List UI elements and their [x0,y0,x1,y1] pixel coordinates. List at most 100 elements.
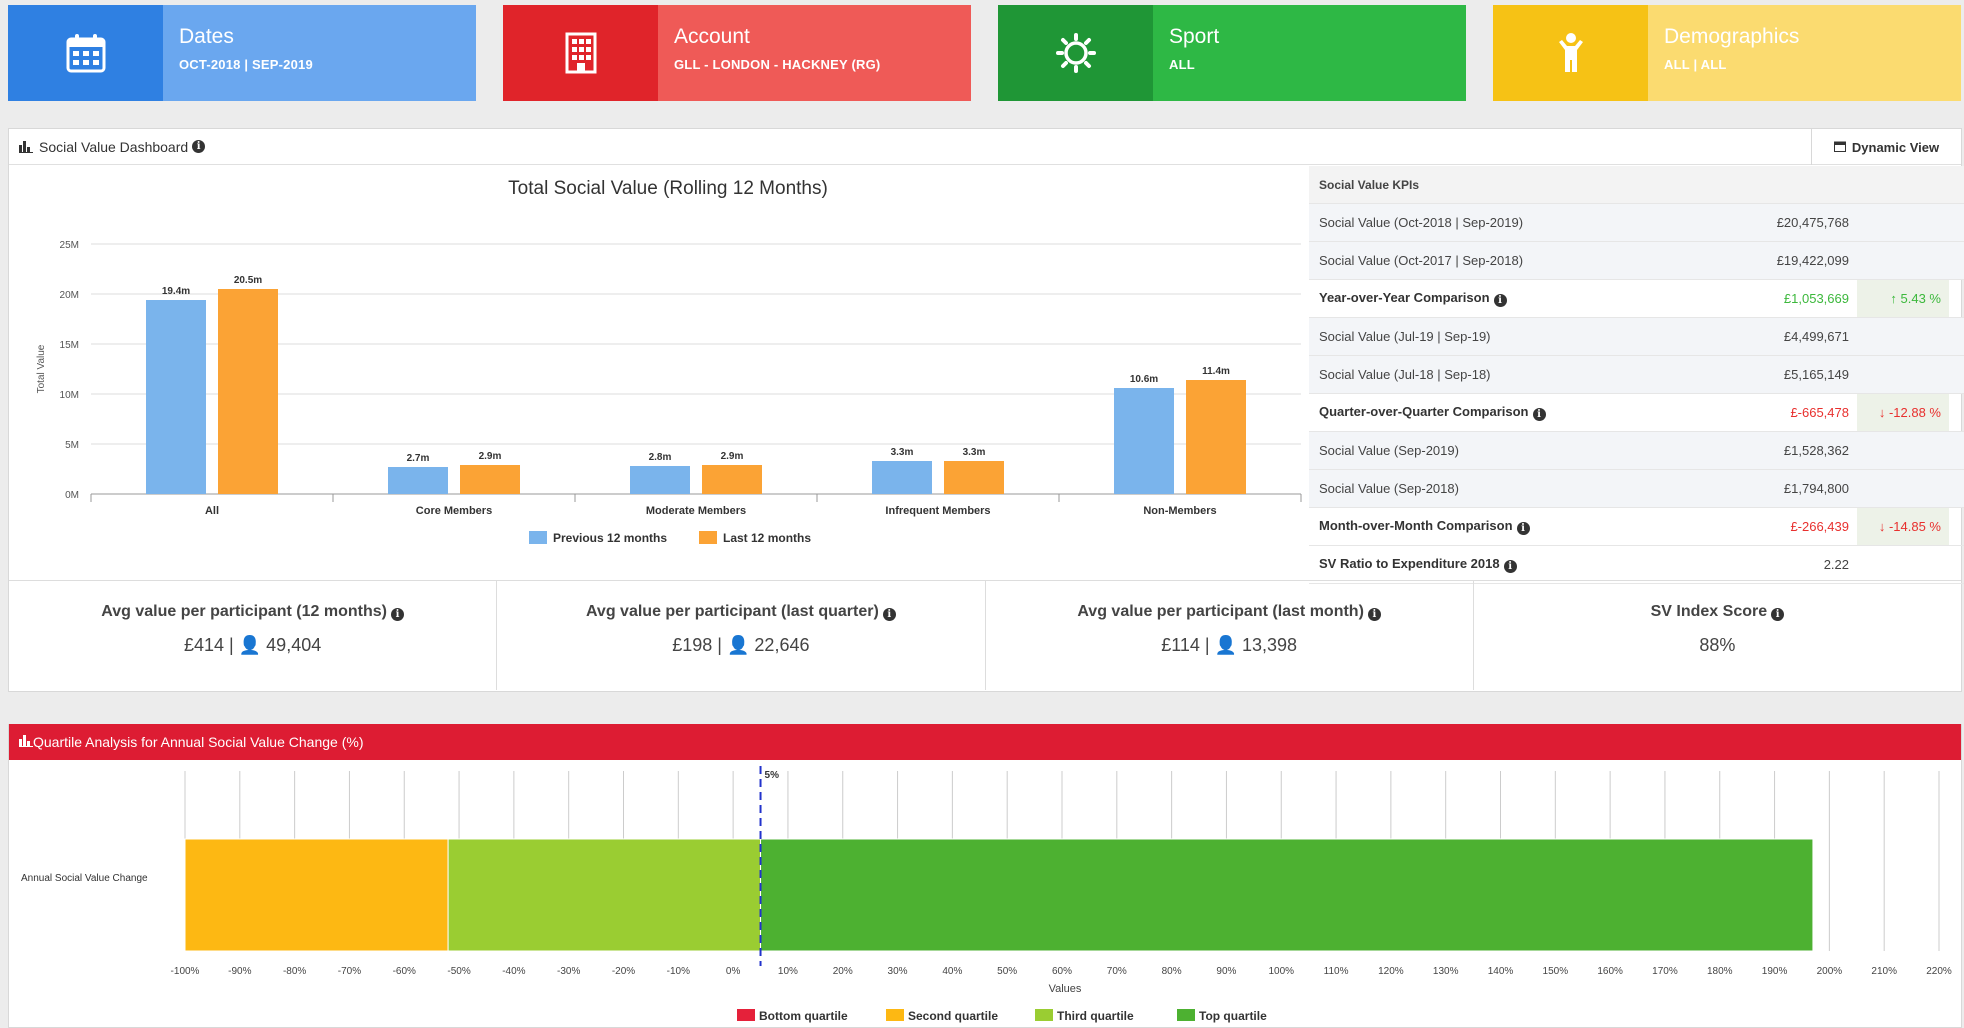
person-icon [1493,5,1648,101]
kpi-change: ↑ 5.43 % [1857,280,1949,317]
x-tick-label: 50% [997,966,1017,977]
panel-title: Quartile Analysis for Annual Social Valu… [33,734,364,750]
x-tick-label: 180% [1707,966,1733,977]
panel-header: Quartile Analysis for Annual Social Valu… [9,724,1961,760]
x-tick-label: -90% [228,966,251,977]
info-icon[interactable]: i [390,608,404,621]
kpi-label: Social Value (Sep-2019) [1319,443,1459,458]
x-tick-label: 20% [833,966,853,977]
bar [944,461,1004,494]
bar-data-label: 2.7m [407,453,430,464]
quartile-segment [184,838,449,952]
stat-title: Avg value per participant (last quarter)… [497,603,984,621]
sport-filter-tile[interactable]: Sport ALL [998,5,1466,101]
info-icon[interactable]: i [1367,608,1381,621]
kpi-label: Social Value (Jul-18 | Sep-18) [1319,367,1491,382]
x-tick-label: 210% [1871,966,1897,977]
x-tick-label: Infrequent Members [885,505,990,517]
tile-title: Sport [1169,25,1220,48]
dynamic-view-button[interactable]: Dynamic View [1811,129,1961,165]
x-tick-label: 200% [1817,966,1843,977]
stat-value: £198 | 👤 22,646 [672,635,810,655]
bar-data-label: 2.9m [479,451,502,462]
info-icon[interactable]: i [882,608,896,621]
kpi-row: Social Value (Sep-2019) £1,528,362 [1309,432,1964,470]
kpi-row: Social Value (Sep-2018) £1,794,800 [1309,470,1964,508]
filter-tiles: Dates OCT-2018 | SEP-2019 Account GLL - LO… [8,5,1964,101]
kpi-header-label: Social Value KPIs [1319,177,1420,192]
kpi-value: £1,053,669 [1783,291,1849,306]
dynamic-view-label: Dynamic View [1851,139,1940,155]
panel-title: Social Value Dashboard [39,138,189,155]
x-tick-label: 140% [1488,966,1514,977]
kpi-label: Social Value (Oct-2017 | Sep-2018) [1319,253,1524,268]
x-tick-label: Non-Members [1143,505,1216,517]
bar-data-label: 3.3m [963,447,986,458]
bar-data-label: 2.8m [649,452,672,463]
legend-label: Previous 12 months [553,531,667,545]
kpi-value: £-266,439 [1790,519,1849,534]
legend-label: Second quartile [908,1009,998,1023]
x-tick-label: -100% [171,966,200,977]
user-icon: 👤 [727,635,750,655]
stat-card: Avg value per participant (last month) i £… [986,581,1474,690]
legend-label: Last 12 months [723,531,811,545]
info-icon[interactable]: i [1771,608,1785,621]
account-filter-tile[interactable]: Account GLL - LONDON - HACKNEY (RG) [503,5,971,101]
quartile-segment [447,838,762,952]
x-tick-label: -30% [557,966,580,977]
x-tick-label: 40% [942,966,962,977]
bar [1186,380,1246,494]
bar-data-label: 11.4m [1202,366,1230,377]
stats-strip: Avg value per participant (12 months) i £4… [9,580,1961,690]
legend-label: Top quartile [1199,1009,1267,1023]
x-tick-label: -40% [502,966,525,977]
x-tick-label: 130% [1433,966,1459,977]
kpi-row: Social Value (Oct-2018 | Sep-2019) £20,47… [1309,204,1964,242]
x-tick-label: 80% [1162,966,1182,977]
y-tick-label: 0M [65,490,79,501]
legend-swatch [699,531,717,544]
demographics-filter-tile[interactable]: Demographics ALL | ALL [1493,5,1961,101]
info-icon[interactable]: i [192,140,206,153]
kpi-value: £-665,478 [1790,405,1849,420]
legend-swatch [529,531,547,544]
info-icon[interactable]: i [1503,560,1517,573]
x-tick-label: 0% [726,966,741,977]
x-tick-label: 160% [1597,966,1623,977]
stat-card: SV Index Score i 88% [1474,581,1961,690]
user-icon: 👤 [1214,635,1237,655]
x-tick-label: 150% [1543,966,1569,977]
bar-chart-icon [19,140,33,153]
legend-swatch [737,1009,755,1021]
kpi-row: Social Value (Jul-19 | Sep-19) £4,499,671 [1309,318,1964,356]
info-icon[interactable]: i [1516,522,1530,535]
kpi-value: £19,422,099 [1776,253,1849,268]
user-icon: 👤 [238,635,262,655]
x-tick-label: 110% [1324,966,1349,977]
building-icon [503,5,658,101]
x-tick-label: All [205,505,219,517]
x-tick-label: Moderate Members [646,505,746,517]
legend-swatch [886,1009,904,1021]
kpi-row: Year-over-Year Comparison i £1,053,669 ↑ 5.… [1309,280,1964,318]
tile-value: OCT-2018 | SEP-2019 [179,57,313,72]
info-icon[interactable]: i [1532,408,1546,421]
info-icon[interactable]: i [1493,294,1507,307]
bar-chart-svg: 0M 5M 10M 15M 20M 25M Total Value 19.4m 20.5m All… [36,240,1302,545]
legend-label: Third quartile [1057,1009,1134,1023]
x-tick-label: 70% [1107,966,1127,977]
x-tick-label: -60% [393,966,416,977]
kpi-value: £20,475,768 [1776,215,1849,230]
social-value-dashboard-panel: Social Value Dashboard i Dynamic View To… [8,128,1964,692]
kpi-change: ↓ -14.85 % [1857,508,1949,545]
panel-header: Social Value Dashboard i [9,129,1961,165]
x-tick-label: 10% [778,966,798,977]
dates-filter-tile[interactable]: Dates OCT-2018 | SEP-2019 [8,5,476,101]
y-tick-label: 20M [60,290,79,301]
quartile-chart-svg: -100% -90% -80% -70% -60% -50% -40% -30% -20% -10… [21,766,1952,1023]
kpi-row: Social Value (Jul-18 | Sep-18) £5,165,149 [1309,356,1964,394]
y-tick-label: 10M [60,390,79,401]
stat-title: Avg value per participant (last month) i [986,603,1473,621]
kpi-label: Year-over-Year Comparison i [1309,290,1739,307]
